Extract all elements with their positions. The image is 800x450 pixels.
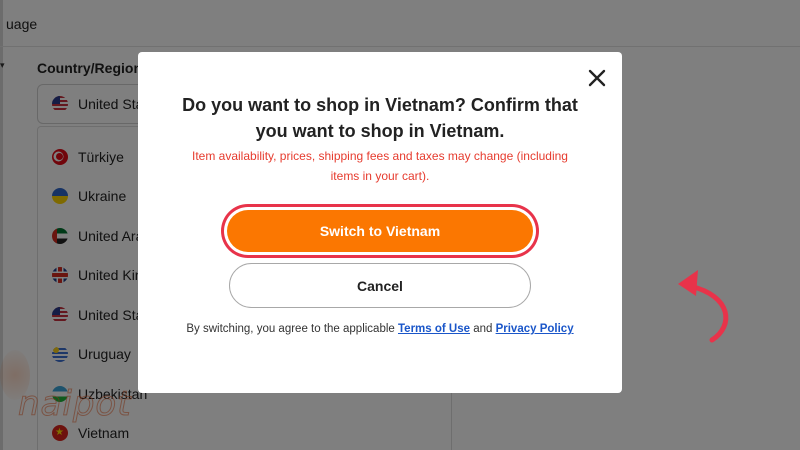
cancel-button-label: Cancel	[357, 277, 403, 294]
close-button[interactable]	[585, 66, 609, 90]
legal-prefix: By switching, you agree to the applicabl…	[186, 323, 398, 335]
terms-of-use-link[interactable]: Terms of Use	[398, 323, 470, 335]
cancel-button[interactable]: Cancel	[229, 263, 531, 308]
legal-notice: By switching, you agree to the applicabl…	[178, 320, 582, 339]
switch-button-label: Switch to Vietnam	[319, 223, 441, 239]
annotation-arrow-icon	[678, 270, 729, 343]
close-icon	[588, 69, 606, 87]
dialog-title: Do you want to shop in Vietnam? Confirm …	[182, 95, 578, 141]
switch-region-dialog: Do you want to shop in Vietnam? Confirm …	[138, 52, 729, 393]
legal-and: and	[470, 323, 496, 335]
switch-country-button[interactable]: Switch to Vietnam	[227, 210, 533, 252]
privacy-policy-link[interactable]: Privacy Policy	[496, 323, 574, 335]
dialog-warning: Item availability, prices, shipping fees…	[192, 149, 568, 183]
